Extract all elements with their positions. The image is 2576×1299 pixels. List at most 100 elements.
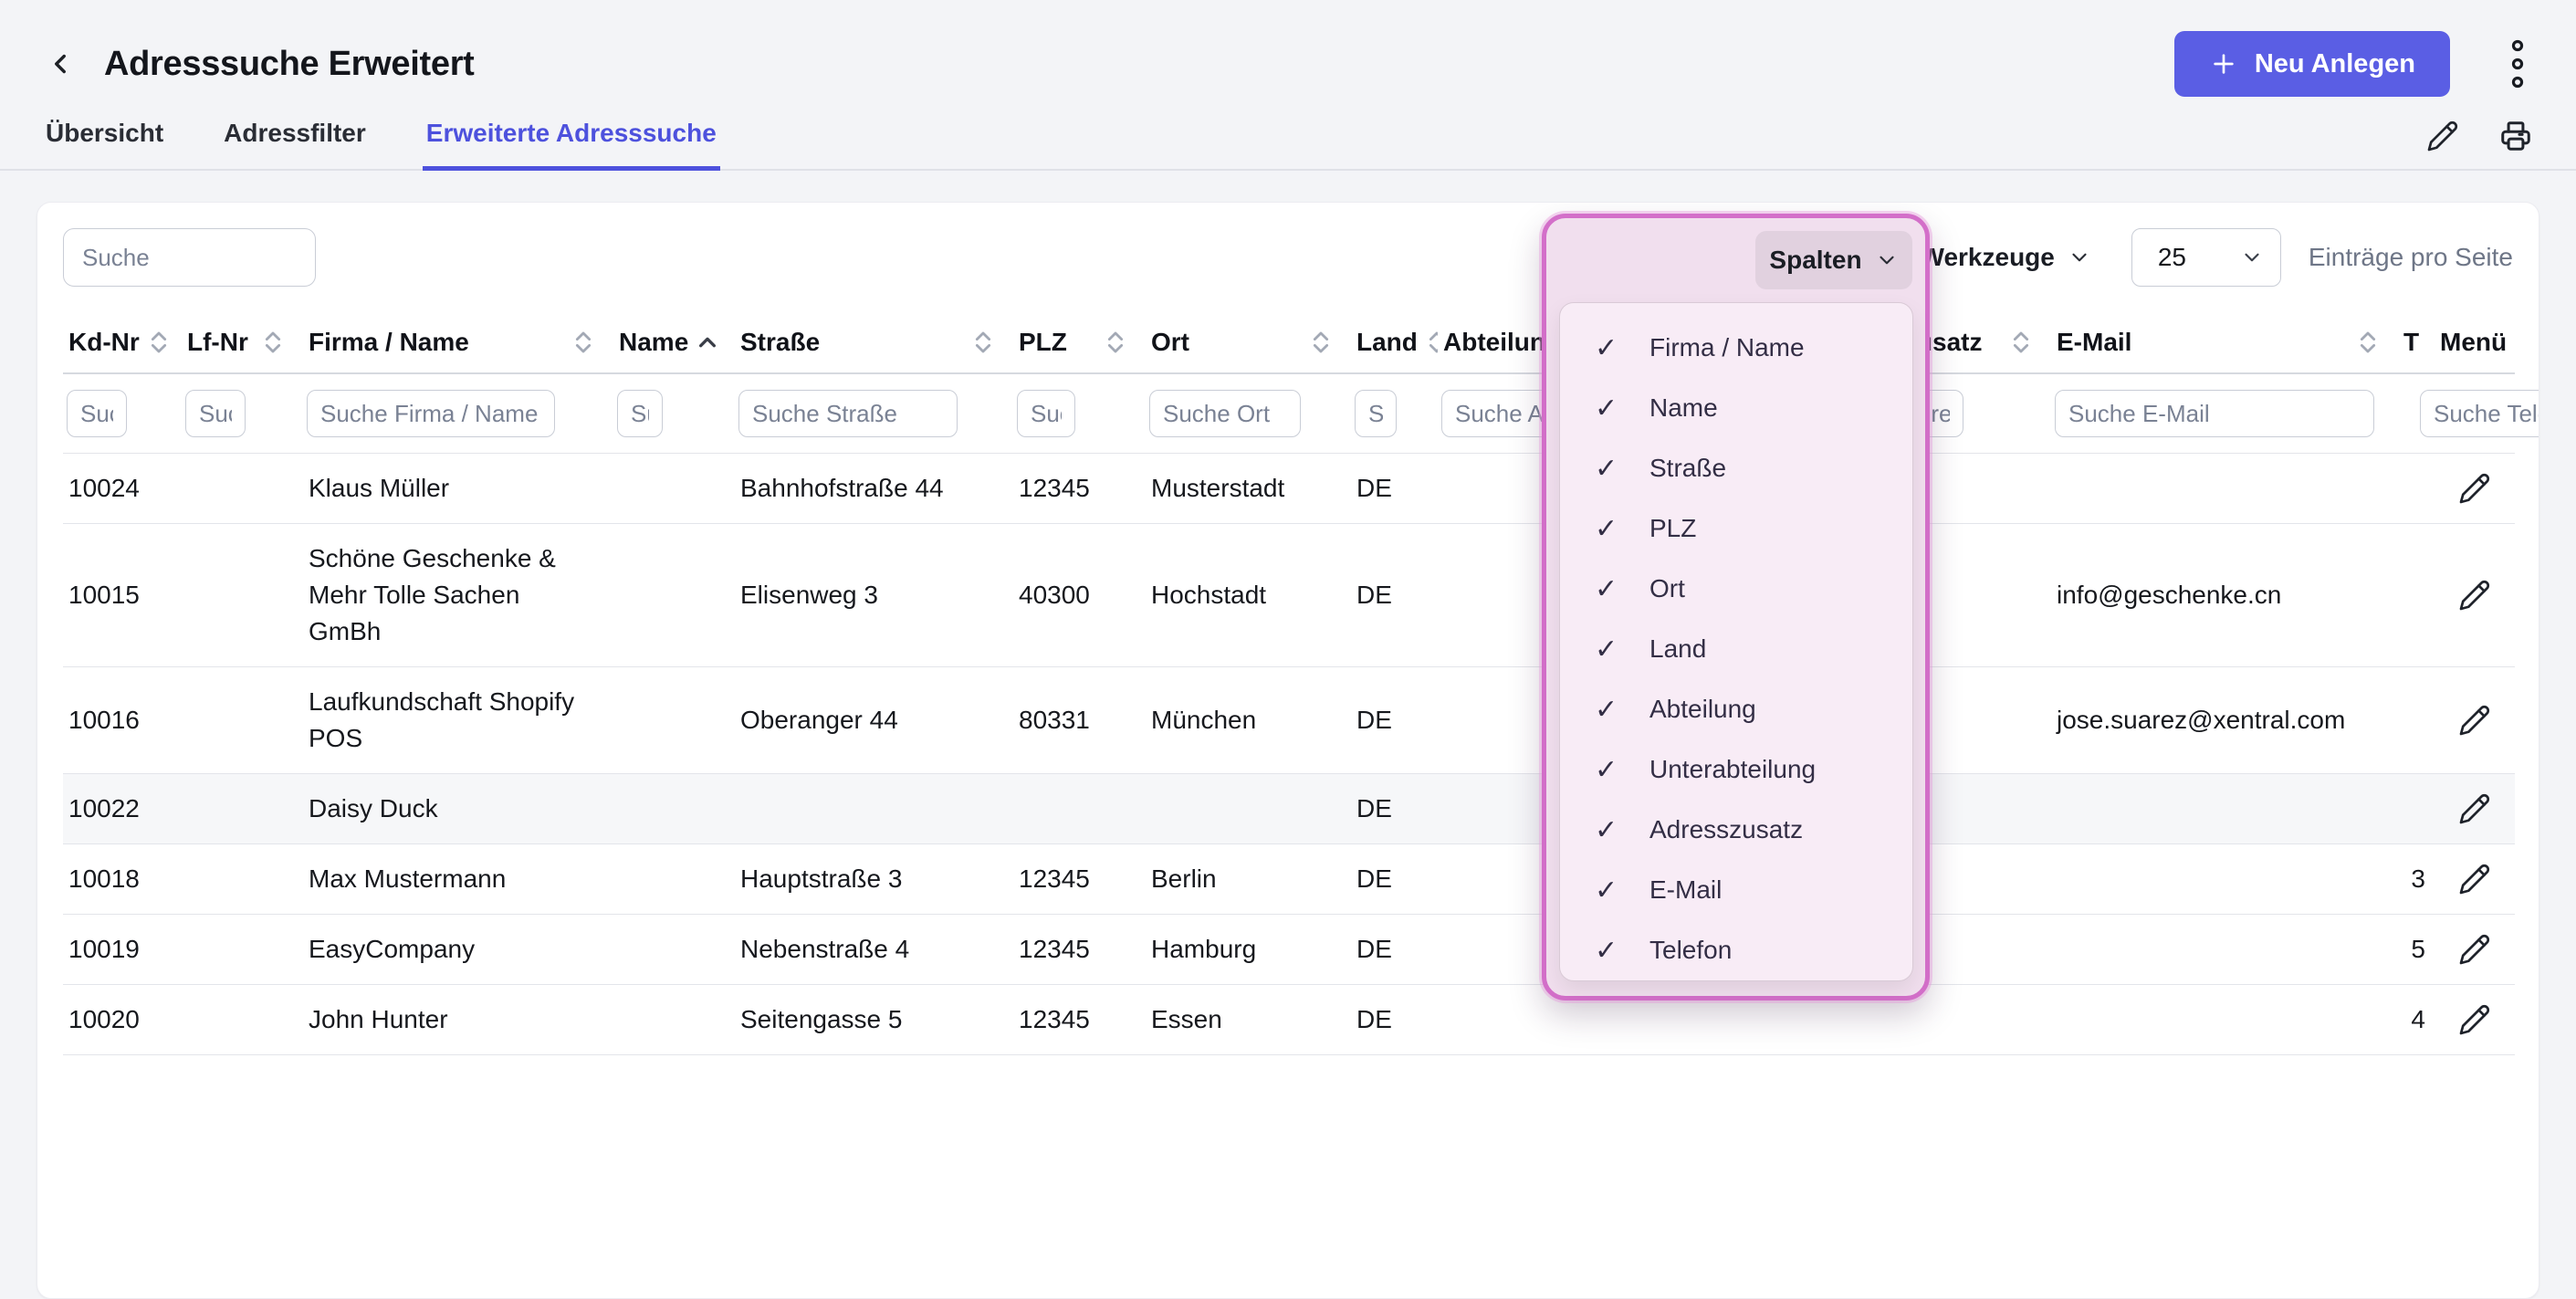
back-button[interactable]: [40, 44, 80, 84]
column-header-telefon[interactable]: T: [2398, 312, 2435, 373]
filter-plz-input[interactable]: [1017, 390, 1075, 437]
tab-uebersicht[interactable]: Übersicht: [42, 106, 167, 171]
address-table: Kd-Nr Lf-Nr Firma / Name Name Straße PLZ…: [63, 312, 2515, 1055]
columns-menu-item-plz[interactable]: ✓PLZ: [1560, 498, 1912, 559]
filter-kdnr-input[interactable]: [67, 390, 127, 437]
page-size-value: 25: [2132, 243, 2186, 272]
table-toolbar: Werkzeuge 25 Einträge pro Seite: [37, 203, 2539, 312]
check-icon: ✓: [1595, 694, 1624, 726]
kebab-menu-button[interactable]: [2499, 35, 2536, 93]
row-edit-pencil-icon[interactable]: [2458, 1003, 2491, 1036]
column-header-firma[interactable]: Firma / Name: [303, 312, 613, 373]
check-icon: ✓: [1595, 332, 1624, 364]
pencil-icon: [2426, 120, 2459, 152]
table-row[interactable]: 10022 Daisy Duck DE: [63, 774, 2515, 844]
row-edit-pencil-icon[interactable]: [2458, 704, 2491, 737]
sort-icon[interactable]: [1427, 329, 1438, 356]
sort-icon[interactable]: [973, 329, 993, 356]
table-row[interactable]: 10024 Klaus Müller Bahnhofstraße 4412345…: [63, 454, 2515, 524]
columns-menu: ✓Firma / Name ✓Name ✓Straße ✓PLZ ✓Ort ✓L…: [1559, 302, 1913, 981]
page-size-label: Einträge pro Seite: [2309, 243, 2513, 272]
spalten-dropdown-button[interactable]: Spalten: [1755, 231, 1912, 289]
create-new-label: Neu Anlegen: [2255, 49, 2415, 79]
row-edit-pencil-icon[interactable]: [2458, 472, 2491, 505]
check-icon: ✓: [1595, 573, 1624, 605]
sort-icon[interactable]: [149, 329, 169, 356]
sort-icon[interactable]: [263, 329, 283, 356]
search-input[interactable]: [63, 228, 316, 287]
sort-icon[interactable]: [2358, 329, 2378, 356]
columns-menu-item-abteilung[interactable]: ✓Abteilung: [1560, 679, 1912, 739]
columns-menu-item-land[interactable]: ✓Land: [1560, 619, 1912, 679]
sort-asc-icon[interactable]: [697, 332, 717, 352]
chevron-down-icon: [2068, 246, 2091, 269]
table-row[interactable]: 10015 Schöne Geschenke & Mehr Tolle Sach…: [63, 524, 2515, 667]
columns-menu-item-name[interactable]: ✓Name: [1560, 378, 1912, 438]
check-icon: ✓: [1595, 393, 1624, 424]
page-title: Adresssuche Erweitert: [104, 45, 475, 84]
table-row[interactable]: 10020 John Hunter Seitengasse 512345 Ess…: [63, 985, 2515, 1055]
check-icon: ✓: [1595, 513, 1624, 545]
create-new-button[interactable]: Neu Anlegen: [2174, 31, 2450, 97]
tab-adressfilter[interactable]: Adressfilter: [220, 106, 370, 171]
check-icon: ✓: [1595, 634, 1624, 665]
column-header-plz[interactable]: PLZ: [1013, 312, 1146, 373]
check-icon: ✓: [1595, 754, 1624, 786]
table-row[interactable]: 10019 EasyCompany Nebenstraße 412345 Ham…: [63, 915, 2515, 985]
filter-email-input[interactable]: [2055, 390, 2374, 437]
edit-page-button[interactable]: [2424, 118, 2461, 154]
columns-menu-item-telefon[interactable]: ✓Telefon: [1560, 920, 1912, 980]
print-button[interactable]: [2497, 118, 2534, 154]
top-bar: Adresssuche Erweitert Neu Anlegen: [0, 0, 2576, 100]
filter-land-input[interactable]: [1355, 390, 1397, 437]
sort-icon[interactable]: [1311, 329, 1331, 356]
columns-menu-item-ort[interactable]: ✓Ort: [1560, 559, 1912, 619]
tabs-bar: Übersicht Adressfilter Erweiterte Adress…: [0, 106, 2576, 171]
tab-erweiterte-adresssuche[interactable]: Erweiterte Adresssuche: [423, 106, 720, 171]
filter-ort-input[interactable]: [1149, 390, 1301, 437]
kebab-icon: [2510, 37, 2525, 91]
columns-menu-item-unterabteilung[interactable]: ✓Unterabteilung: [1560, 739, 1912, 800]
filter-lfnr-input[interactable]: [185, 390, 246, 437]
check-icon: ✓: [1595, 814, 1624, 846]
printer-icon: [2498, 119, 2533, 153]
columns-menu-item-firma-name[interactable]: ✓Firma / Name: [1560, 318, 1912, 378]
table-header-row: Kd-Nr Lf-Nr Firma / Name Name Straße PLZ…: [63, 312, 2515, 373]
check-icon: ✓: [1595, 453, 1624, 485]
werkzeuge-dropdown-button[interactable]: Werkzeuge: [1915, 242, 2097, 273]
columns-menu-item-strasse[interactable]: ✓Straße: [1560, 438, 1912, 498]
column-header-strasse[interactable]: Straße: [735, 312, 1013, 373]
row-edit-pencil-icon[interactable]: [2458, 792, 2491, 825]
address-search-card: Werkzeuge 25 Einträge pro Seite Kd-Nr Lf…: [37, 202, 2539, 1299]
filter-name-input[interactable]: [617, 390, 663, 437]
filter-telefon-input[interactable]: [2420, 390, 2539, 437]
check-icon: ✓: [1595, 875, 1624, 906]
table-row[interactable]: 10018 Max Mustermann Hauptstraße 312345 …: [63, 844, 2515, 915]
spalten-label: Spalten: [1769, 246, 1861, 275]
columns-menu-item-email[interactable]: ✓E-Mail: [1560, 860, 1912, 920]
column-header-email[interactable]: E-Mail: [2051, 312, 2398, 373]
sort-icon[interactable]: [2011, 329, 2031, 356]
column-header-name[interactable]: Name: [613, 312, 735, 373]
column-header-menu: Menü: [2435, 312, 2515, 373]
columns-dropdown-spotlight: Spalten ✓Firma / Name ✓Name ✓Straße ✓PLZ…: [1542, 214, 1930, 1000]
columns-menu-item-adresszusatz[interactable]: ✓Adresszusatz: [1560, 800, 1912, 860]
filter-strasse-input[interactable]: [738, 390, 958, 437]
page-size-select[interactable]: 25: [2131, 228, 2281, 287]
filter-firma-input[interactable]: [307, 390, 555, 437]
werkzeuge-label: Werkzeuge: [1921, 243, 2055, 272]
row-edit-pencil-icon[interactable]: [2458, 579, 2491, 612]
column-header-lfnr[interactable]: Lf-Nr: [182, 312, 303, 373]
chevron-left-icon: [45, 48, 76, 79]
plus-icon: [2209, 49, 2238, 79]
column-header-kdnr[interactable]: Kd-Nr: [63, 312, 182, 373]
row-edit-pencil-icon[interactable]: [2458, 933, 2491, 966]
row-edit-pencil-icon[interactable]: [2458, 863, 2491, 896]
column-header-land[interactable]: Land: [1351, 312, 1438, 373]
sort-icon[interactable]: [1105, 329, 1126, 356]
table-row[interactable]: 10016 Laufkundschaft Shopify POS Oberang…: [63, 667, 2515, 774]
column-header-ort[interactable]: Ort: [1146, 312, 1351, 373]
chevron-down-icon: [2240, 246, 2264, 269]
check-icon: ✓: [1595, 935, 1624, 967]
sort-icon[interactable]: [573, 329, 593, 356]
